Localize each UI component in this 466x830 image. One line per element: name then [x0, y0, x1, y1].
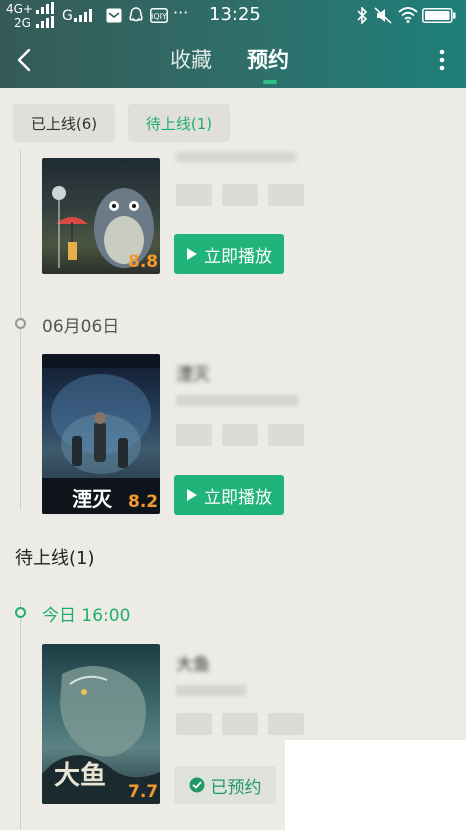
wifi-icon [398, 7, 418, 23]
release-time: 今日 16:00 [42, 606, 131, 626]
status-time: 13:25 [209, 4, 261, 25]
carrier-label: G [62, 8, 73, 24]
check-circle-icon [189, 777, 204, 793]
rating: 8.8 [128, 252, 159, 272]
play-icon [187, 489, 197, 501]
movie-title: 湮灭 [176, 365, 210, 385]
play-button-label: 立即播放 [204, 246, 272, 267]
genre-tag [176, 713, 212, 735]
release-date: 06月06日 [42, 317, 120, 337]
tab-favorites[interactable]: 收藏 [170, 44, 212, 74]
movie-subtitle [176, 395, 298, 406]
genre-tag [268, 424, 304, 446]
movie-poster[interactable]: 8.8 [42, 158, 160, 274]
play-now-button[interactable]: 立即播放 [174, 234, 284, 274]
timeline-dot [15, 318, 26, 329]
genre-tag [268, 713, 304, 735]
timeline-dot [15, 607, 26, 618]
filter-released[interactable]: 已上线(6) [13, 104, 115, 142]
play-icon [187, 248, 197, 260]
reserved-button-label: 已预约 [210, 777, 262, 798]
more-menu-icon[interactable] [438, 49, 446, 71]
genre-tag [222, 184, 258, 206]
release-note [176, 685, 246, 696]
network-label-2g: 2G [14, 16, 31, 30]
rating: 7.7 [128, 782, 159, 802]
signal-icon-3 [74, 9, 92, 22]
mute-icon [374, 7, 392, 24]
tab-reservations[interactable]: 预约 [247, 44, 289, 74]
genre-tag [222, 424, 258, 446]
genre-tag [176, 424, 212, 446]
tab-active-indicator [263, 80, 277, 84]
genre-tag [268, 184, 304, 206]
app-header: 4G+ 2G G iQIY ··· 13:25 收藏 预约 [0, 0, 466, 88]
movie-poster[interactable]: 大鱼 7.7 [42, 644, 160, 804]
mail-icon [106, 8, 122, 23]
movie-subtitle [176, 152, 296, 162]
timeline-line [20, 150, 21, 510]
genre-tag [176, 184, 212, 206]
signal-icon [36, 2, 54, 14]
battery-icon [422, 8, 456, 23]
poster-art-annihilation: 湮灭 [42, 354, 160, 514]
svg-text:湮灭: 湮灭 [72, 487, 113, 511]
play-button-label: 立即播放 [204, 487, 272, 508]
filter-upcoming[interactable]: 待上线(1) [128, 104, 230, 142]
svg-text:iQIY: iQIY [151, 12, 167, 21]
movie-title: 大鱼 [176, 655, 210, 675]
timeline-line [20, 600, 21, 830]
play-now-button[interactable]: 立即播放 [174, 475, 284, 515]
signal-icon-2 [36, 16, 54, 28]
iqiyi-icon: iQIY [150, 8, 168, 23]
bluetooth-icon [357, 7, 368, 24]
more-notifications: ··· [173, 3, 189, 22]
network-label-4g: 4G+ [6, 2, 33, 16]
back-arrow-icon[interactable] [16, 48, 32, 72]
svg-text:大鱼: 大鱼 [54, 761, 106, 791]
rating: 8.2 [128, 492, 159, 512]
movie-poster[interactable]: 湮灭 8.2 [42, 354, 160, 514]
reserved-button[interactable]: 已预约 [174, 766, 276, 804]
poster-art-big-fish: 大鱼 [42, 666, 160, 804]
upcoming-section-title: 待上线(1) [15, 548, 95, 569]
qq-icon [129, 7, 143, 22]
genre-tag [222, 713, 258, 735]
blank-overlay [285, 740, 466, 830]
